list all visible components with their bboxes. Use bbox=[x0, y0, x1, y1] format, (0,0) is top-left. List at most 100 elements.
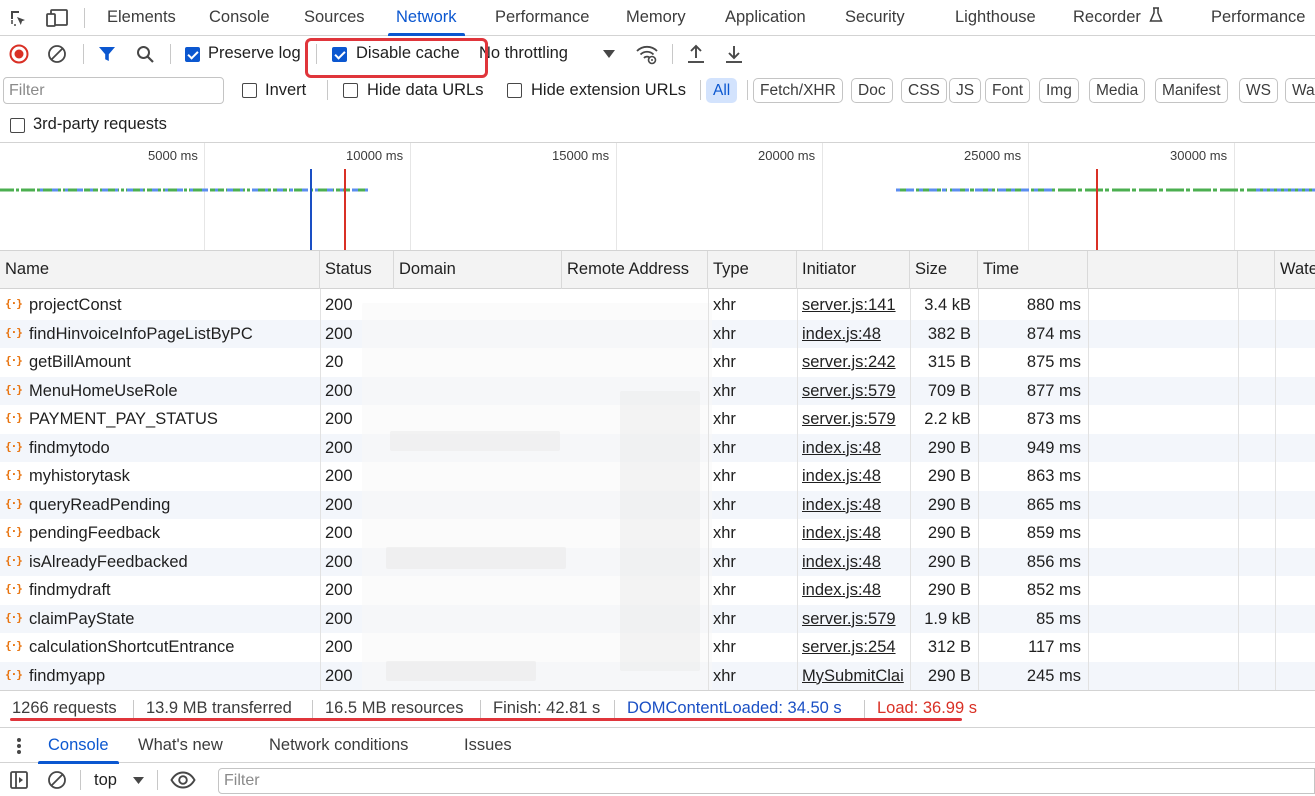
cell-time: 859 ms bbox=[1026, 524, 1081, 542]
third-party-label[interactable]: 3rd-party requests bbox=[33, 115, 167, 134]
drawer-tab-issues[interactable]: Issues bbox=[464, 728, 512, 763]
cell-name[interactable]: findmyapp bbox=[29, 662, 319, 691]
type-filter-wasm[interactable]: Wasm bbox=[1285, 78, 1315, 103]
tab-recorder[interactable]: Recorder bbox=[1073, 0, 1164, 35]
divider bbox=[700, 80, 701, 100]
column-header-waterfall[interactable]: Waterfall bbox=[1275, 251, 1315, 289]
cell-name[interactable]: findHinvoiceInfoPageListByPC bbox=[29, 320, 319, 349]
cell-initiator[interactable]: server.js:141 bbox=[802, 291, 909, 320]
cell-initiator[interactable]: index.js:48 bbox=[802, 462, 909, 491]
cell-name[interactable]: claimPayState bbox=[29, 605, 319, 634]
cell-time: 856 ms bbox=[1026, 552, 1081, 571]
cell-initiator[interactable]: index.js:48 bbox=[802, 548, 909, 577]
cell-initiator[interactable]: server.js:242 bbox=[802, 348, 909, 377]
column-header-name[interactable]: Name bbox=[0, 251, 320, 289]
cell-name[interactable]: findmytodo bbox=[29, 434, 319, 463]
context-dropdown-arrow-icon[interactable] bbox=[130, 771, 146, 789]
cell-initiator[interactable]: server.js:579 bbox=[802, 377, 909, 406]
eye-icon[interactable] bbox=[169, 769, 197, 791]
summary-bar: 1266 requests 13.9 MB transferred 16.5 M… bbox=[0, 690, 1315, 727]
column-header-domain[interactable]: Domain bbox=[394, 251, 562, 289]
type-filter-ws[interactable]: WS bbox=[1239, 78, 1278, 103]
tab-performance-insights[interactable]: Performance bbox=[1211, 0, 1305, 35]
type-filter-fetch-xhr[interactable]: Fetch/XHR bbox=[753, 78, 843, 103]
cell-name[interactable]: findmydraft bbox=[29, 576, 319, 605]
invert-checkbox[interactable] bbox=[242, 83, 257, 98]
type-filter-img[interactable]: Img bbox=[1039, 78, 1079, 103]
column-header-extra[interactable] bbox=[1088, 251, 1238, 289]
type-filter-js[interactable]: JS bbox=[949, 78, 982, 103]
tab-application[interactable]: Application bbox=[725, 0, 806, 35]
record-stop-icon[interactable] bbox=[8, 43, 30, 65]
hide-extension-urls-label[interactable]: Hide extension URLs bbox=[531, 81, 686, 100]
network-conditions-icon[interactable] bbox=[634, 42, 660, 66]
column-header-initiator[interactable]: Initiator bbox=[797, 251, 910, 289]
device-toggle-icon[interactable] bbox=[44, 6, 70, 30]
cell-initiator[interactable]: MySubmitClai bbox=[802, 662, 909, 691]
cell-name[interactable]: getBillAmount bbox=[29, 348, 319, 377]
tab-lighthouse[interactable]: Lighthouse bbox=[955, 0, 1036, 35]
tab-security[interactable]: Security bbox=[845, 0, 905, 35]
column-header-type[interactable]: Type bbox=[708, 251, 797, 289]
throttling-select[interactable]: No throttling bbox=[479, 44, 568, 63]
export-har-icon[interactable] bbox=[723, 42, 745, 66]
cell-name[interactable]: pendingFeedback bbox=[29, 519, 319, 548]
cell-time: 852 ms bbox=[1026, 581, 1081, 599]
tab-performance[interactable]: Performance bbox=[495, 0, 589, 35]
dropdown-arrow-icon[interactable] bbox=[600, 44, 618, 64]
type-filter-font[interactable]: Font bbox=[985, 78, 1031, 103]
cell-name[interactable]: calculationShortcutEntrance bbox=[29, 633, 319, 662]
drawer-tab-console[interactable]: Console bbox=[38, 728, 119, 764]
invert-label[interactable]: Invert bbox=[265, 81, 306, 100]
sidebar-toggle-icon[interactable] bbox=[8, 769, 30, 791]
cell-initiator[interactable]: index.js:48 bbox=[802, 491, 909, 520]
type-filter-all[interactable]: All bbox=[706, 78, 738, 103]
type-filter-manifest[interactable]: Manifest bbox=[1155, 78, 1228, 103]
cell-name[interactable]: PAYMENT_PAY_STATUS bbox=[29, 405, 319, 434]
console-toolbar: top bbox=[0, 763, 1315, 796]
cell-name[interactable]: projectConst bbox=[29, 291, 319, 320]
preserve-log-label[interactable]: Preserve log bbox=[208, 44, 301, 63]
cell-initiator[interactable]: index.js:48 bbox=[802, 434, 909, 463]
tab-sources[interactable]: Sources bbox=[304, 0, 365, 35]
drawer-tab-whats-new[interactable]: What's new bbox=[138, 728, 223, 763]
column-header-size[interactable]: Size bbox=[910, 251, 978, 289]
context-selector[interactable]: top bbox=[94, 771, 117, 790]
column-header-remote-address[interactable]: Remote Address bbox=[562, 251, 708, 289]
cell-name[interactable]: isAlreadyFeedbacked bbox=[29, 548, 319, 577]
clear-icon[interactable] bbox=[46, 43, 68, 65]
cell-initiator[interactable]: index.js:48 bbox=[802, 320, 909, 349]
kebab-menu-icon[interactable] bbox=[9, 735, 29, 757]
network-overview-timeline[interactable]: 5000 ms 10000 ms 15000 ms 20000 ms 25000… bbox=[0, 142, 1315, 251]
type-filter-media[interactable]: Media bbox=[1089, 78, 1146, 103]
search-icon[interactable] bbox=[134, 43, 156, 65]
tab-elements[interactable]: Elements bbox=[107, 0, 176, 35]
cell-initiator[interactable]: index.js:48 bbox=[802, 576, 909, 605]
hide-data-urls-label[interactable]: Hide data URLs bbox=[367, 81, 483, 100]
cell-initiator[interactable]: server.js:254 bbox=[802, 633, 909, 662]
filter-funnel-icon[interactable] bbox=[96, 43, 118, 65]
console-filter-input[interactable] bbox=[218, 768, 1315, 794]
filter-input[interactable] bbox=[3, 77, 224, 104]
type-filter-doc[interactable]: Doc bbox=[851, 78, 893, 103]
hide-data-urls-checkbox[interactable] bbox=[343, 83, 358, 98]
clear-console-icon[interactable] bbox=[46, 769, 68, 791]
inspect-element-icon[interactable] bbox=[6, 6, 30, 30]
cell-name[interactable]: myhistorytask bbox=[29, 462, 319, 491]
type-filter-css[interactable]: CSS bbox=[901, 78, 947, 103]
cell-initiator[interactable]: server.js:579 bbox=[802, 405, 909, 434]
import-har-icon[interactable] bbox=[685, 42, 707, 66]
drawer-tab-network-conditions[interactable]: Network conditions bbox=[269, 728, 408, 763]
column-header-time[interactable]: Time bbox=[978, 251, 1088, 289]
hide-extension-urls-checkbox[interactable] bbox=[507, 83, 522, 98]
tab-console[interactable]: Console bbox=[209, 0, 270, 35]
preserve-log-checkbox[interactable] bbox=[185, 47, 200, 62]
cell-initiator[interactable]: server.js:579 bbox=[802, 605, 909, 634]
cell-initiator[interactable]: index.js:48 bbox=[802, 519, 909, 548]
third-party-checkbox[interactable] bbox=[10, 118, 25, 133]
tab-network[interactable]: Network bbox=[388, 0, 464, 36]
tab-memory[interactable]: Memory bbox=[626, 0, 686, 35]
column-header-status[interactable]: Status bbox=[320, 251, 394, 289]
cell-name[interactable]: queryReadPending bbox=[29, 491, 319, 520]
cell-name[interactable]: MenuHomeUseRole bbox=[29, 377, 319, 406]
